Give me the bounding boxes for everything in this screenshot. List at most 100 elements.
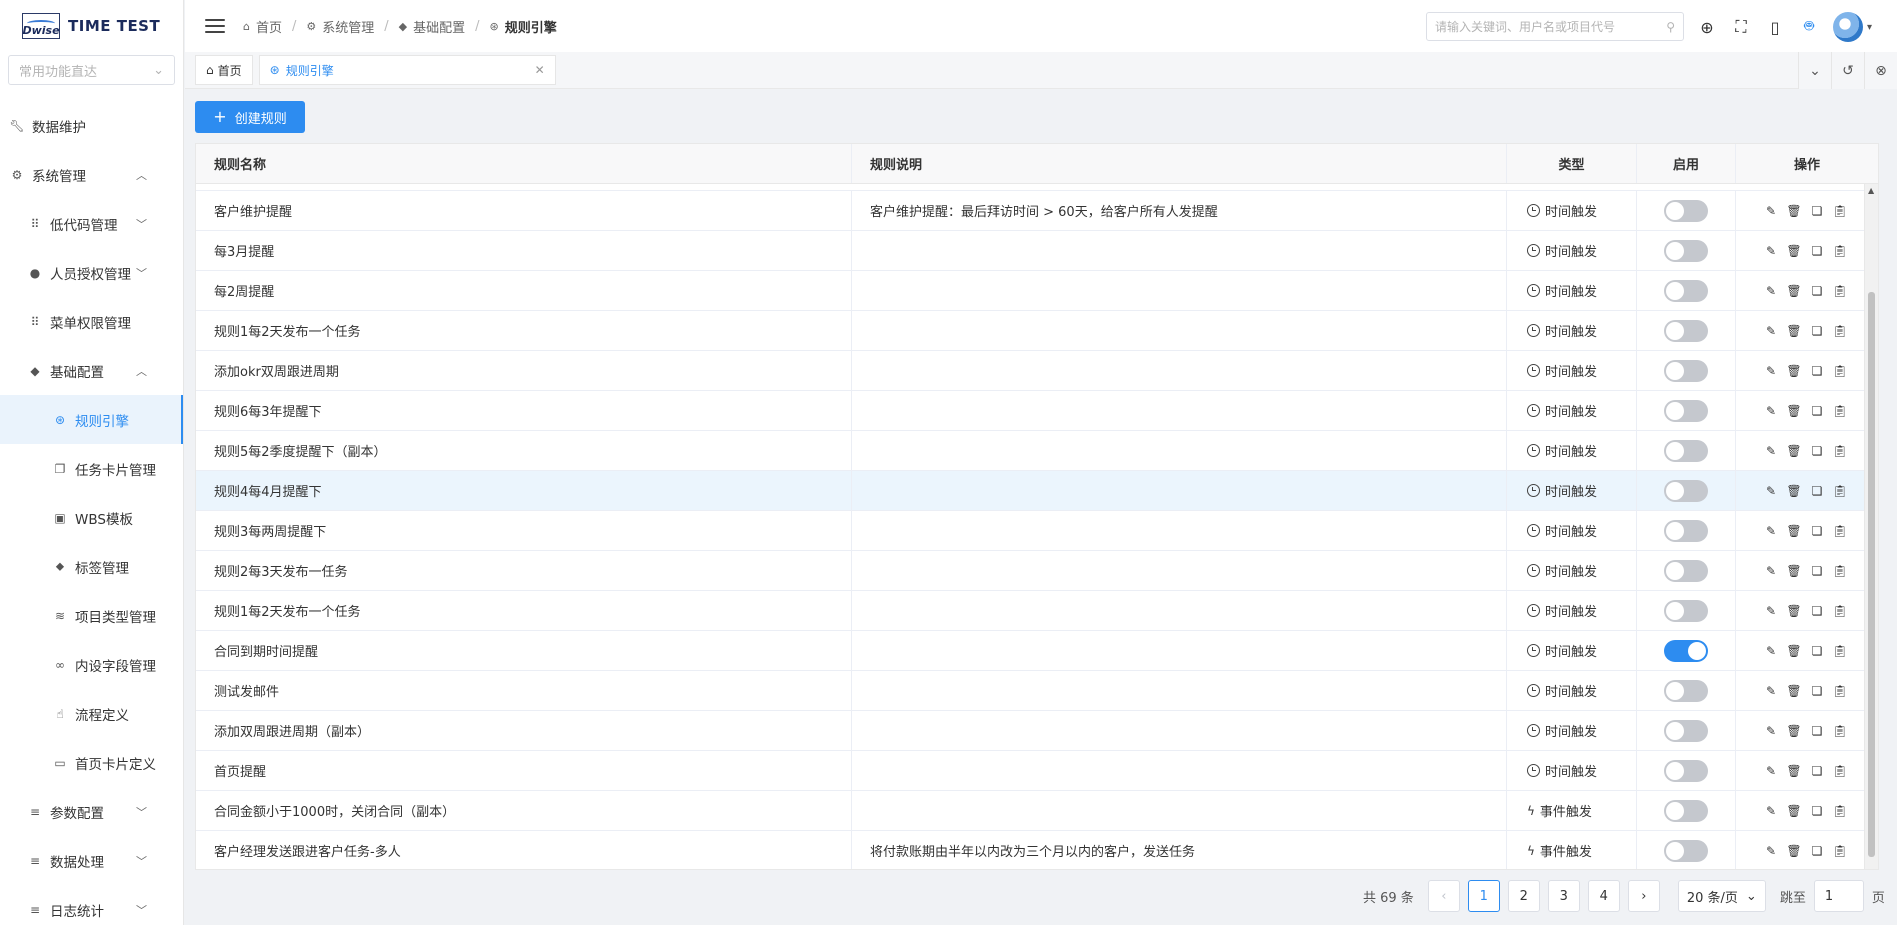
clipboard-icon[interactable]: 📋︎ [1832, 444, 1847, 458]
clipboard-icon[interactable]: 📋︎ [1832, 804, 1847, 818]
sidebar-item-builtin-fields[interactable]: ∞ 内设字段管理 [0, 640, 183, 689]
enable-toggle[interactable] [1664, 799, 1708, 822]
scrollbar-thumb[interactable] [1868, 292, 1875, 857]
table-row[interactable]: 合同到期时间提醒 时间触发 ✎ 🗑︎ ❏ 📋︎ [196, 631, 1878, 671]
sidebar-item-param-config[interactable]: ≡ 参数配置 ﹀ [0, 787, 183, 836]
edit-icon[interactable]: ✎ [1764, 204, 1778, 218]
clipboard-icon[interactable]: 📋︎ [1832, 244, 1847, 258]
copy-icon[interactable]: ❏ [1810, 844, 1824, 858]
sidebar-item-lowcode[interactable]: ⠿ 低代码管理 ﹀ [0, 199, 183, 248]
logo[interactable]: Dwise TIME TEST [0, 0, 183, 52]
breadcrumb-basic-config[interactable]: 基础配置 [413, 17, 465, 36]
table-row[interactable]: 客户经理发送跟进客户任务-多人 将付款账期由半年以内改为三个月以内的客户，发送任务… [196, 831, 1878, 869]
mobile-icon[interactable]: ▯ [1765, 17, 1785, 37]
clipboard-icon[interactable]: 📋︎ [1832, 724, 1847, 738]
delete-icon[interactable]: 🗑︎ [1786, 804, 1801, 818]
next-page-button[interactable]: › [1627, 880, 1660, 912]
edit-icon[interactable]: ✎ [1764, 404, 1778, 418]
page-button-2[interactable]: 2 [1507, 880, 1540, 912]
breadcrumb-system-management[interactable]: 系统管理 [322, 17, 374, 36]
sidebar-item-log-stats[interactable]: ≡ 日志统计 ﹀ [0, 885, 183, 925]
copy-icon[interactable]: ❏ [1810, 644, 1824, 658]
delete-icon[interactable]: 🗑︎ [1786, 284, 1801, 298]
copy-icon[interactable]: ❏ [1810, 524, 1824, 538]
copy-icon[interactable]: ❏ [1810, 204, 1824, 218]
clipboard-icon[interactable]: 📋︎ [1832, 484, 1847, 498]
enable-toggle[interactable] [1664, 599, 1708, 622]
scroll-up-icon[interactable]: ▲ [1868, 186, 1874, 195]
search-input[interactable] [1435, 19, 1645, 34]
clipboard-icon[interactable]: 📋︎ [1832, 524, 1847, 538]
edit-icon[interactable]: ✎ [1764, 444, 1778, 458]
edit-icon[interactable]: ✎ [1764, 244, 1778, 258]
enable-toggle[interactable] [1664, 359, 1708, 382]
sidebar-item-basic-config[interactable]: ◆ 基础配置 ︿ [0, 346, 183, 395]
table-row[interactable]: 合同金额小于1000时，关闭合同（副本） ϟ 事件触发 ✎ 🗑︎ ❏ 📋︎ [196, 791, 1878, 831]
copy-icon[interactable]: ❏ [1810, 484, 1824, 498]
clipboard-icon[interactable]: 📋︎ [1832, 564, 1847, 578]
enable-toggle[interactable] [1664, 759, 1708, 782]
robot-icon[interactable]: 🤖︎ [1799, 16, 1819, 37]
search-box[interactable]: ⚲ [1426, 12, 1684, 41]
clipboard-icon[interactable]: 📋︎ [1832, 324, 1847, 338]
clipboard-icon[interactable]: 📋︎ [1832, 764, 1847, 778]
sidebar-item-home-cards[interactable]: ▭ 首页卡片定义 [0, 738, 183, 787]
add-circle-icon[interactable]: ⊕ [1697, 17, 1717, 37]
history-icon[interactable]: ↺ [1831, 52, 1864, 89]
copy-icon[interactable]: ❏ [1810, 604, 1824, 618]
copy-icon[interactable]: ❏ [1810, 364, 1824, 378]
sidebar-item-project-types[interactable]: ≋ 项目类型管理 [0, 591, 183, 640]
enable-toggle[interactable] [1664, 839, 1708, 862]
clipboard-icon[interactable]: 📋︎ [1832, 684, 1847, 698]
copy-icon[interactable]: ❏ [1810, 684, 1824, 698]
copy-icon[interactable]: ❏ [1810, 324, 1824, 338]
enable-toggle[interactable] [1664, 559, 1708, 582]
table-row[interactable]: 每3月提醒 时间触发 ✎ 🗑︎ ❏ 📋︎ [196, 231, 1878, 271]
edit-icon[interactable]: ✎ [1764, 724, 1778, 738]
delete-icon[interactable]: 🗑︎ [1786, 564, 1801, 578]
edit-icon[interactable]: ✎ [1764, 804, 1778, 818]
enable-toggle[interactable] [1664, 519, 1708, 542]
enable-toggle[interactable] [1664, 279, 1708, 302]
edit-icon[interactable]: ✎ [1764, 684, 1778, 698]
delete-icon[interactable]: 🗑︎ [1786, 244, 1801, 258]
enable-toggle[interactable] [1664, 319, 1708, 342]
page-size-select[interactable]: 20 条/页 ⌄ [1677, 880, 1766, 912]
search-icon[interactable]: ⚲ [1666, 20, 1675, 34]
delete-icon[interactable]: 🗑︎ [1786, 204, 1801, 218]
delete-icon[interactable]: 🗑︎ [1786, 764, 1801, 778]
copy-icon[interactable]: ❏ [1810, 564, 1824, 578]
edit-icon[interactable]: ✎ [1764, 484, 1778, 498]
table-row[interactable]: 规则6每3年提醒下 时间触发 ✎ 🗑︎ ❏ 📋︎ [196, 391, 1878, 431]
clipboard-icon[interactable]: 📋︎ [1832, 404, 1847, 418]
sidebar-item-system-management[interactable]: ⚙ 系统管理 ︿ [0, 150, 183, 199]
copy-icon[interactable]: ❏ [1810, 804, 1824, 818]
sidebar-item-rule-engine[interactable]: ⊛ 规则引擎 [0, 395, 183, 444]
table-row[interactable]: 首页提醒 时间触发 ✎ 🗑︎ ❏ 📋︎ [196, 751, 1878, 791]
hamburger-menu-icon[interactable] [205, 19, 225, 33]
quick-access-select[interactable]: 常用功能直达 ⌄ [8, 55, 175, 85]
delete-icon[interactable]: 🗑︎ [1786, 604, 1801, 618]
table-row[interactable]: 规则1每2天发布一个任务 时间触发 ✎ 🗑︎ ❏ 📋︎ [196, 591, 1878, 631]
delete-icon[interactable]: 🗑︎ [1786, 364, 1801, 378]
clipboard-icon[interactable]: 📋︎ [1832, 644, 1847, 658]
clipboard-icon[interactable]: 📋︎ [1832, 204, 1847, 218]
caret-down-icon[interactable]: ▾ [1867, 22, 1872, 33]
tab-home[interactable]: ⌂ 首页 [195, 55, 253, 85]
table-row[interactable]: 规则2每3天发布一任务 时间触发 ✎ 🗑︎ ❏ 📋︎ [196, 551, 1878, 591]
prev-page-button[interactable]: ‹ [1427, 880, 1460, 912]
delete-icon[interactable]: 🗑︎ [1786, 684, 1801, 698]
clipboard-icon[interactable]: 📋︎ [1832, 364, 1847, 378]
create-rule-button[interactable]: + 创建规则 [195, 101, 305, 133]
delete-icon[interactable]: 🗑︎ [1786, 844, 1801, 858]
clipboard-icon[interactable]: 📋︎ [1832, 604, 1847, 618]
sidebar-item-task-cards[interactable]: ❐ 任务卡片管理 [0, 444, 183, 493]
table-row[interactable]: 添加双周跟进周期（副本） 时间触发 ✎ 🗑︎ ❏ 📋︎ [196, 711, 1878, 751]
sidebar-item-authorization[interactable]: ● 人员授权管理 ﹀ [0, 248, 183, 297]
page-button-4[interactable]: 4 [1587, 880, 1620, 912]
delete-icon[interactable]: 🗑︎ [1786, 724, 1801, 738]
delete-icon[interactable]: 🗑︎ [1786, 644, 1801, 658]
sidebar-item-tags[interactable]: ⬥ 标签管理 [0, 542, 183, 591]
sidebar-item-data-processing[interactable]: ≡ 数据处理 ﹀ [0, 836, 183, 885]
copy-icon[interactable]: ❏ [1810, 724, 1824, 738]
